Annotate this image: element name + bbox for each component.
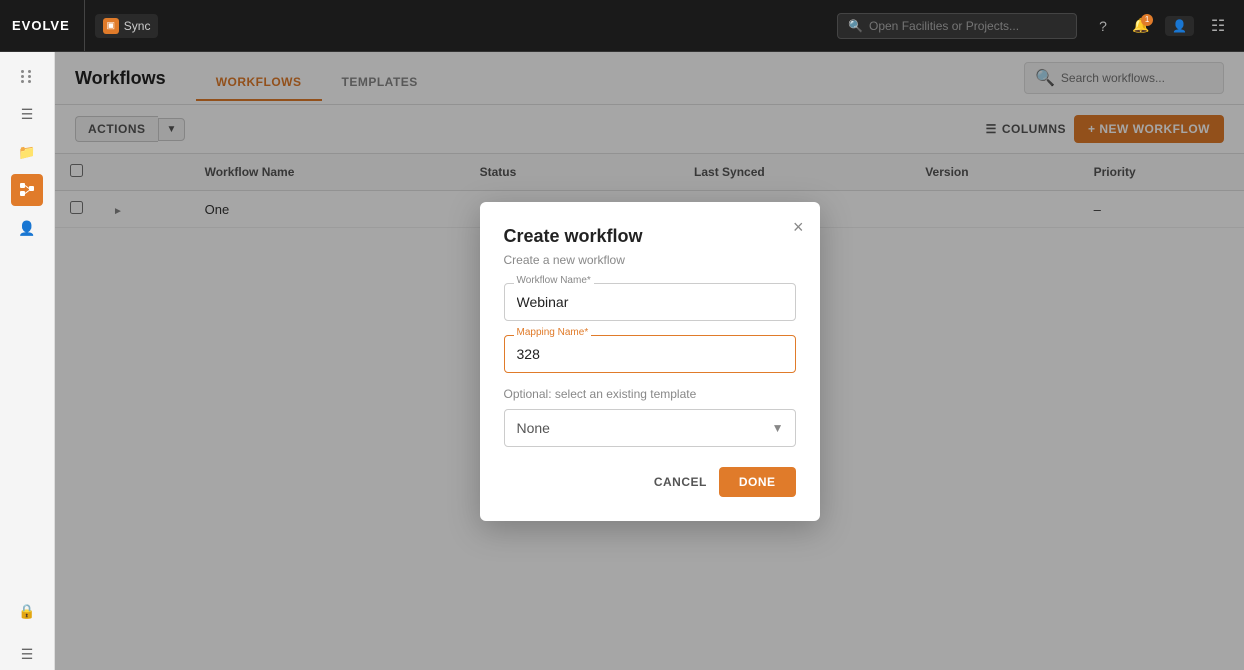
global-search[interactable]: 🔍 [837,13,1077,39]
workflow-name-label: Workflow Name* [514,275,594,286]
help-button[interactable]: ? [1089,12,1117,40]
workflow-name-field: Workflow Name* [504,283,796,321]
avatar-icon: 👤 [1172,19,1187,33]
notification-badge: 1 [1141,14,1153,26]
top-nav: EVOLVE ▣ Sync 🔍 ? 🔔 1 👤 ☷ [0,0,1244,52]
apps-grid-button[interactable]: ☷ [1204,12,1232,40]
sidebar-icon-workflow[interactable] [11,174,43,206]
nav-icons: ? 🔔 1 👤 ☷ [1089,12,1232,40]
search-icon: 🔍 [848,19,863,33]
global-search-input[interactable] [869,19,1066,33]
sidebar-icon-user[interactable]: 👤 [11,212,43,244]
sidebar-icon-menu[interactable]: ☰ [11,638,43,670]
sync-badge[interactable]: ▣ Sync [95,14,159,38]
sync-icon: ▣ [103,18,119,34]
create-workflow-modal: Create workflow × Create a new workflow … [480,202,820,521]
modal-title: Create workflow [504,226,796,247]
sync-label: Sync [124,19,151,33]
mapping-name-input[interactable] [504,335,796,373]
modal-close-button[interactable]: × [793,218,804,236]
template-select-wrapper: None ▼ [504,409,796,447]
logo-text: EVOLVE [12,18,70,33]
mapping-name-field: Mapping Name* [504,335,796,373]
modal-overlay[interactable]: Create workflow × Create a new workflow … [55,52,1244,670]
cancel-button[interactable]: CANCEL [654,475,707,489]
workflow-name-input[interactable] [504,283,796,321]
sidebar-icon-folder[interactable]: 📁 [11,136,43,168]
user-avatar[interactable]: 👤 [1165,16,1194,36]
left-sidebar: ☰ 📁 👤 🔒 ☰ [0,52,55,670]
sidebar-icon-layers[interactable]: ☰ [11,98,43,130]
logo-area: EVOLVE [12,0,85,51]
notifications-button[interactable]: 🔔 1 [1127,12,1155,40]
modal-subtitle: Create a new workflow [504,253,796,267]
done-button[interactable]: DONE [719,467,796,497]
mapping-name-label: Mapping Name* [514,327,592,338]
modal-footer: CANCEL DONE [504,467,796,497]
template-select[interactable]: None [504,409,796,447]
optional-template-label: Optional: select an existing template [504,387,796,401]
main-area: ☰ 📁 👤 🔒 ☰ Workflows WORKFLOWS TEMPLATES … [0,52,1244,670]
page-content: Workflows WORKFLOWS TEMPLATES 🔍 ACTIONS … [55,52,1244,670]
sidebar-icon-grid[interactable] [11,60,43,92]
sidebar-icon-lock[interactable]: 🔒 [11,600,43,632]
